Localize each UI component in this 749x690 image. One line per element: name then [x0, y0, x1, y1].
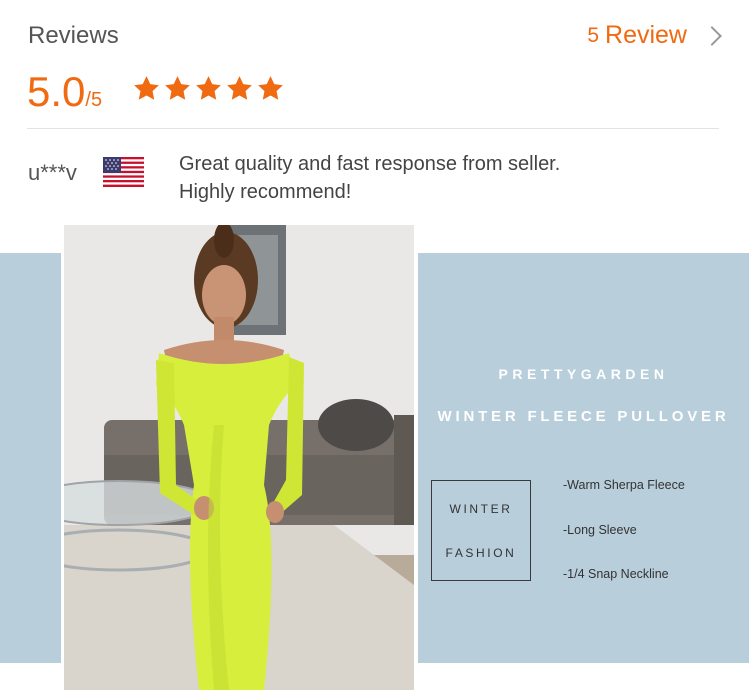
rating-score: 5.0 /5	[27, 68, 102, 116]
rating-value: 5.0	[27, 68, 86, 115]
star-icon	[165, 76, 190, 100]
review-text: Great quality and fast response from sel…	[179, 150, 699, 206]
feature-item: -1/4 Snap Neckline	[563, 567, 669, 581]
brand-name: PRETTYGARDEN	[498, 366, 669, 382]
photo-frame	[61, 205, 418, 225]
rating-stars	[132, 74, 285, 103]
reviewer-name: u***v	[28, 160, 77, 185]
star-icon	[196, 76, 221, 100]
review-count: 5	[587, 23, 600, 47]
feature-item: -Long Sleeve	[563, 523, 637, 537]
banner-divider	[414, 253, 418, 663]
chevron-right-icon	[702, 25, 722, 46]
star-icon	[258, 76, 283, 100]
star-icon	[227, 76, 252, 100]
box-line: FASHION	[445, 546, 517, 560]
section-title: Reviews	[28, 22, 119, 49]
divider	[27, 128, 719, 129]
review-photo[interactable]	[64, 225, 414, 690]
box-line: WINTER	[449, 502, 513, 516]
rating-max: /5	[85, 89, 103, 111]
us-flag-icon	[103, 157, 144, 187]
banner-subtitle: WINTER FLEECE PULLOVER	[437, 408, 730, 425]
feature-item: -Warm Sherpa Fleece	[563, 478, 685, 492]
review-link-label: Review	[605, 21, 687, 49]
model-photo-image	[64, 225, 414, 690]
review-text-line: Highly recommend!	[179, 181, 352, 203]
all-reviews-link[interactable]: 5 Review	[587, 21, 722, 50]
review-text-line: Great quality and fast response from sel…	[179, 153, 561, 175]
winter-fashion-box: WINTER FASHION	[431, 480, 531, 581]
star-icon	[134, 76, 159, 100]
